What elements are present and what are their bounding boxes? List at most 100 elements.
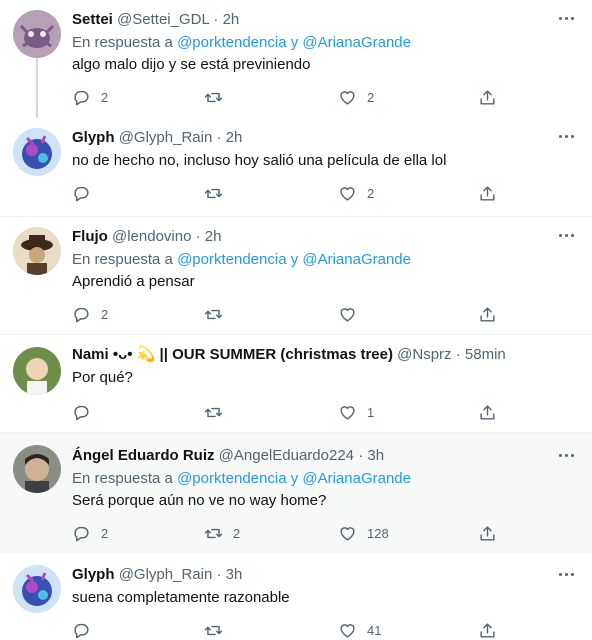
share-button[interactable]	[478, 87, 497, 107]
user-handle[interactable]: @Glyph_Rain	[119, 129, 213, 146]
retweet-icon	[204, 92, 223, 102]
retweet-button[interactable]	[204, 304, 233, 324]
tweet[interactable]: Nami •ᴗ• 💫 || OUR SUMMER (christmas tree…	[0, 334, 592, 432]
reply-count: 2	[101, 525, 109, 541]
avatar[interactable]	[13, 445, 61, 493]
share-button[interactable]	[478, 304, 497, 324]
like-button[interactable]: 128	[338, 523, 389, 543]
like-button[interactable]: 2	[338, 87, 374, 107]
display-name[interactable]: Nami •ᴗ• 💫 || OUR SUMMER (christmas tree…	[72, 346, 393, 363]
like-button[interactable]: 41	[338, 620, 381, 640]
reply-count: 2	[101, 306, 109, 322]
display-name[interactable]: Flujo	[72, 228, 108, 245]
timestamp[interactable]: 2h	[205, 228, 222, 245]
share-icon	[480, 89, 495, 105]
share-icon	[480, 622, 495, 638]
tweet-header: Glyph @Glyph_Rain · 2h	[72, 128, 242, 148]
tweet-header: Glyph @Glyph_Rain · 3h	[72, 565, 242, 585]
reply-button[interactable]: 2	[72, 523, 108, 543]
share-button[interactable]	[478, 183, 497, 203]
share-button[interactable]	[478, 620, 497, 640]
reply-users-link[interactable]: @porktendencia y @ArianaGrande	[177, 34, 411, 51]
timestamp[interactable]: 58min	[465, 346, 506, 363]
tweet-text: no de hecho no, incluso hoy salió una pe…	[72, 152, 447, 169]
tweet[interactable]: Ángel Eduardo Ruiz @AngelEduardo224 · 3h…	[0, 432, 592, 553]
tweet[interactable]: Flujo @lendovino · 2h En respuesta a @po…	[0, 216, 592, 334]
like-button[interactable]	[338, 304, 367, 324]
reply-button[interactable]	[72, 620, 101, 640]
share-icon	[480, 306, 495, 322]
reply-button[interactable]: 2	[72, 87, 108, 107]
timestamp[interactable]: 3h	[226, 566, 243, 583]
share-button[interactable]	[478, 402, 497, 422]
retweet-button[interactable]	[204, 87, 233, 107]
tweet-text: Será porque aún no ve no way home?	[72, 492, 327, 509]
tweet-text: suena completamente razonable	[72, 589, 290, 606]
reply-count: 2	[101, 89, 109, 105]
separator-dot: ·	[455, 346, 461, 363]
share-button[interactable]	[478, 523, 497, 543]
avatar[interactable]	[13, 128, 61, 176]
action-bar: 1	[62, 402, 502, 422]
retweet-icon	[204, 625, 223, 635]
more-icon[interactable]	[556, 568, 576, 580]
reply-prefix: En respuesta a	[72, 470, 173, 487]
retweet-button[interactable]	[204, 183, 233, 203]
user-handle[interactable]: @AngelEduardo224	[219, 447, 354, 464]
retweet-button[interactable]: 2	[204, 523, 240, 543]
like-count: 128	[367, 525, 389, 541]
display-name[interactable]: Glyph	[72, 566, 115, 583]
user-handle[interactable]: @Glyph_Rain	[119, 566, 213, 583]
action-bar: 2 2 128	[62, 523, 502, 543]
user-handle[interactable]: @lendovino	[112, 228, 191, 245]
tweet-text: Por qué?	[72, 369, 133, 386]
reply-button[interactable]	[72, 402, 101, 422]
reply-users-link[interactable]: @porktendencia y @ArianaGrande	[177, 251, 411, 268]
tweet[interactable]: Settei @Settei_GDL · 2h En respuesta a @…	[0, 0, 592, 118]
tweet[interactable]: Glyph @Glyph_Rain · 2h no de hecho no, i…	[0, 118, 592, 216]
like-icon	[340, 526, 355, 541]
timestamp[interactable]: 3h	[367, 447, 384, 464]
avatar[interactable]	[13, 10, 61, 58]
like-button[interactable]: 1	[338, 402, 374, 422]
retweet-icon	[204, 188, 223, 198]
action-bar: 41	[62, 620, 502, 640]
like-count: 41	[367, 622, 382, 638]
user-handle[interactable]: @Settei_GDL	[117, 11, 209, 28]
tweet[interactable]: Glyph @Glyph_Rain · 3h suena completamen…	[0, 553, 592, 639]
reply-icon	[74, 307, 89, 322]
like-count: 2	[367, 185, 375, 201]
more-icon[interactable]	[556, 229, 576, 241]
more-icon[interactable]	[556, 130, 576, 142]
action-bar: 2	[62, 183, 502, 203]
reply-context: En respuesta a @porktendencia y @ArianaG…	[72, 250, 411, 270]
display-name[interactable]: Ángel Eduardo Ruiz	[72, 447, 215, 464]
like-count: 1	[367, 404, 375, 420]
timestamp[interactable]: 2h	[226, 129, 243, 146]
replies-feed: Settei @Settei_GDL · 2h En respuesta a @…	[0, 0, 592, 639]
action-bar: 2 2	[62, 87, 502, 107]
like-icon	[340, 307, 355, 322]
reply-button[interactable]	[72, 183, 101, 203]
like-button[interactable]: 2	[338, 183, 374, 203]
more-icon[interactable]	[556, 449, 576, 461]
display-name[interactable]: Settei	[72, 11, 113, 28]
retweet-count: 2	[233, 525, 241, 541]
share-icon	[480, 404, 495, 420]
reply-users-link[interactable]: @porktendencia y @ArianaGrande	[177, 470, 411, 487]
retweet-icon	[204, 309, 223, 319]
thread-line	[36, 58, 38, 118]
avatar[interactable]	[13, 565, 61, 613]
user-handle[interactable]: @Nsprz	[397, 346, 451, 363]
more-icon[interactable]	[556, 12, 576, 24]
separator-dot: ·	[358, 447, 364, 464]
retweet-button[interactable]	[204, 620, 233, 640]
avatar[interactable]	[13, 347, 61, 395]
like-count: 2	[367, 89, 375, 105]
reply-button[interactable]: 2	[72, 304, 108, 324]
retweet-button[interactable]	[204, 402, 233, 422]
separator-dot: ·	[216, 129, 222, 146]
timestamp[interactable]: 2h	[223, 11, 240, 28]
avatar[interactable]	[13, 227, 61, 275]
display-name[interactable]: Glyph	[72, 129, 115, 146]
